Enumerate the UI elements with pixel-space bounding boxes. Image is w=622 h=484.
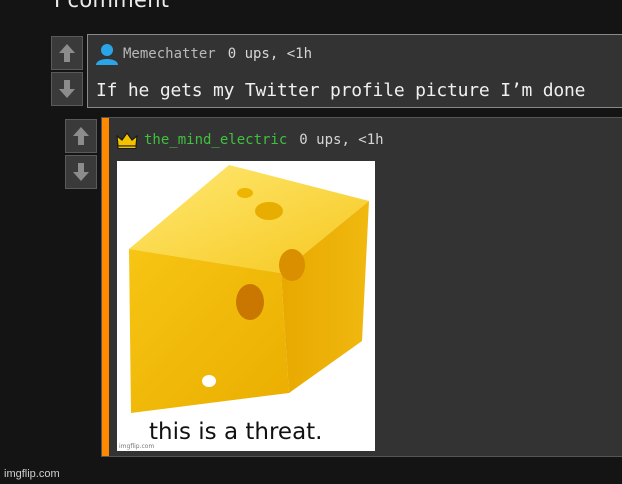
arrow-up-icon — [73, 127, 89, 145]
comment-text: If he gets my Twitter profile picture I’… — [96, 80, 586, 101]
user-icon — [96, 44, 118, 65]
arrow-down-icon — [59, 80, 75, 98]
reply-accent-bar — [102, 118, 109, 456]
meme-caption: this is a threat. — [149, 419, 323, 445]
arrow-down-icon — [73, 163, 89, 181]
comment-meta: 0 ups, <1h — [227, 46, 313, 62]
comment-author[interactable]: Memechatter — [123, 46, 216, 62]
meme-watermark: imgflip.com — [119, 443, 155, 450]
comment-meta: 0 ups, <1h — [299, 132, 384, 148]
page-title: I comment — [54, 0, 170, 12]
upvote-button[interactable] — [65, 119, 97, 153]
upvote-button[interactable] — [51, 36, 83, 70]
crown-icon — [116, 131, 138, 149]
downvote-button[interactable] — [65, 155, 97, 189]
arrow-up-icon — [59, 44, 75, 62]
meme-image[interactable]: this is a threat. imgflip.com — [117, 161, 375, 451]
comment-author[interactable]: the_mind_electric — [144, 132, 287, 148]
cheese-image — [129, 165, 369, 413]
reply-comment: the_mind_electric 0 ups, <1h this is a t… — [101, 117, 622, 457]
downvote-button[interactable] — [51, 72, 83, 106]
imgflip-watermark: imgflip.com — [4, 468, 60, 480]
comment: Memechatter 0 ups, <1h If he gets my Twi… — [87, 34, 622, 108]
